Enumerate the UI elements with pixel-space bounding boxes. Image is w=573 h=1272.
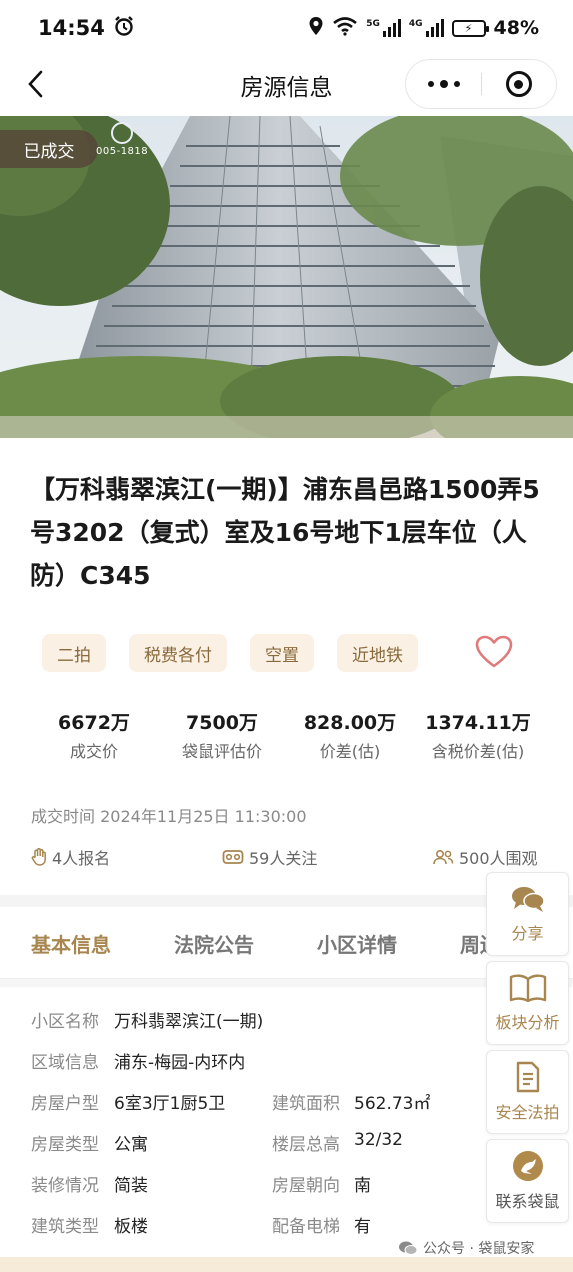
deal-time: 成交时间 2024年11月25日 11:30:00 xyxy=(31,803,307,827)
wechat-icon xyxy=(399,1241,418,1255)
share-button[interactable]: 分享 xyxy=(486,872,569,956)
back-button[interactable] xyxy=(20,66,50,102)
wifi-icon xyxy=(332,16,358,41)
deal-time-label: 成交时间 xyxy=(31,807,96,826)
interest-row: 4人报名 59人关注 500人围观 xyxy=(0,844,573,870)
contact-button[interactable]: 联系袋鼠 xyxy=(486,1139,569,1223)
safe-auction-button[interactable]: 安全法拍 xyxy=(486,1050,569,1134)
info-value: 有 xyxy=(354,1217,371,1237)
favorite-button[interactable] xyxy=(474,632,514,672)
chat-bubbles-icon xyxy=(511,887,545,912)
close-miniprogram-button[interactable] xyxy=(482,59,556,109)
stat-label: 袋鼠评估价 xyxy=(181,742,262,761)
alarm-icon xyxy=(113,15,135,42)
info-label: 房屋朝向 xyxy=(272,1176,340,1196)
sold-badge: 已成交 xyxy=(0,130,98,168)
info-label: 建筑类型 xyxy=(31,1217,99,1237)
status-time: 14:54 xyxy=(38,16,105,40)
stat-estimate: 7500万 袋鼠评估价 xyxy=(152,710,292,765)
info-value: 板楼 xyxy=(114,1217,148,1237)
info-label: 房屋类型 xyxy=(31,1135,99,1155)
target-close-icon xyxy=(505,71,532,97)
signal-4g-icon: 4G xyxy=(409,19,444,37)
stat-value: 6672万 xyxy=(58,712,130,734)
photo-watermark-logo: 005-1818 xyxy=(96,122,148,157)
more-dots-icon xyxy=(427,80,460,88)
tag-vacant: 空置 xyxy=(250,634,314,672)
footer-bar xyxy=(0,1257,573,1272)
info-value: 公寓 xyxy=(114,1135,148,1155)
info-value: 6室3厅1厨5卫 xyxy=(114,1094,226,1114)
stat-label: 含税价差(估) xyxy=(431,742,525,761)
hand-icon xyxy=(31,848,46,866)
vr-glasses-icon xyxy=(222,850,244,864)
tag-auction-round: 二拍 xyxy=(42,634,106,672)
block-analysis-button[interactable]: 板块分析 xyxy=(486,961,569,1045)
tab-basic-info[interactable]: 基本信息 xyxy=(31,929,111,958)
stat-price-gap-taxed: 1374.11万 含税价差(估) xyxy=(408,710,548,765)
info-value: 万科翡翠滨江(一期) xyxy=(114,1012,264,1032)
status-bar: 14:54 5G 4G ⚡ 48% xyxy=(0,0,573,56)
info-label: 配备电梯 xyxy=(272,1217,340,1237)
property-photo[interactable]: 已成交 005-1818 xyxy=(0,116,573,438)
stat-label: 成交价 xyxy=(69,742,118,761)
battery-level: 48% xyxy=(493,17,539,39)
stat-value: 7500万 xyxy=(186,712,258,734)
deal-time-value: 2024年11月25日 11:30:00 xyxy=(100,807,307,826)
info-label: 区域信息 xyxy=(31,1053,99,1073)
info-label: 房屋户型 xyxy=(31,1094,99,1114)
signup-count: 4人报名 xyxy=(31,844,110,870)
page-title: 房源信息 xyxy=(240,75,333,101)
watcher-count: 500人围观 xyxy=(432,844,538,870)
location-icon xyxy=(308,16,324,41)
tab-community-details[interactable]: 小区详情 xyxy=(317,929,397,958)
document-icon xyxy=(516,1061,539,1093)
info-value: 南 xyxy=(354,1176,371,1196)
stat-price-gap: 828.00万 价差(估) xyxy=(280,710,420,765)
stat-label: 价差(估) xyxy=(319,742,381,761)
info-value: 浦东-梅园-内环内 xyxy=(114,1053,246,1073)
info-value: 简装 xyxy=(114,1176,148,1196)
listing-title: 【万科翡翠滨江(一期)】浦东昌邑路1500弄5号3202（复式）室及16号地下1… xyxy=(30,475,540,590)
miniprogram-capsule xyxy=(405,59,557,109)
tag-tax: 税费各付 xyxy=(129,634,227,672)
stat-deal-price: 6672万 成交价 xyxy=(24,710,164,765)
info-label: 装修情况 xyxy=(31,1176,99,1196)
info-label: 建筑面积 xyxy=(272,1094,340,1114)
follow-count: 59人关注 xyxy=(222,844,317,870)
info-value: 562.73㎡ xyxy=(354,1094,431,1114)
info-value: 32/32 xyxy=(354,1130,403,1150)
agency-logo-icon xyxy=(111,122,134,144)
more-button[interactable] xyxy=(406,59,481,109)
stat-value: 1374.11万 xyxy=(425,712,531,734)
battery-charging-icon: ⚡ xyxy=(451,19,489,37)
book-icon xyxy=(509,974,546,1003)
wechat-watermark: 公众号 · 袋鼠安家 xyxy=(398,1238,534,1258)
tag-near-metro: 近地铁 xyxy=(337,634,418,672)
info-label: 楼层总高 xyxy=(272,1135,340,1155)
people-icon xyxy=(433,849,454,865)
back-arrow-icon xyxy=(28,70,43,98)
title-bar: 房源信息 xyxy=(0,56,573,114)
heart-icon xyxy=(475,635,513,668)
stat-value: 828.00万 xyxy=(303,712,397,734)
signal-5g-icon: 5G xyxy=(366,19,401,37)
tag-row: 二拍 税费各付 空置 近地铁 xyxy=(42,634,542,672)
info-label: 小区名称 xyxy=(31,1012,99,1032)
kangaroo-logo-icon xyxy=(512,1151,543,1181)
tab-court-notice[interactable]: 法院公告 xyxy=(174,929,254,958)
